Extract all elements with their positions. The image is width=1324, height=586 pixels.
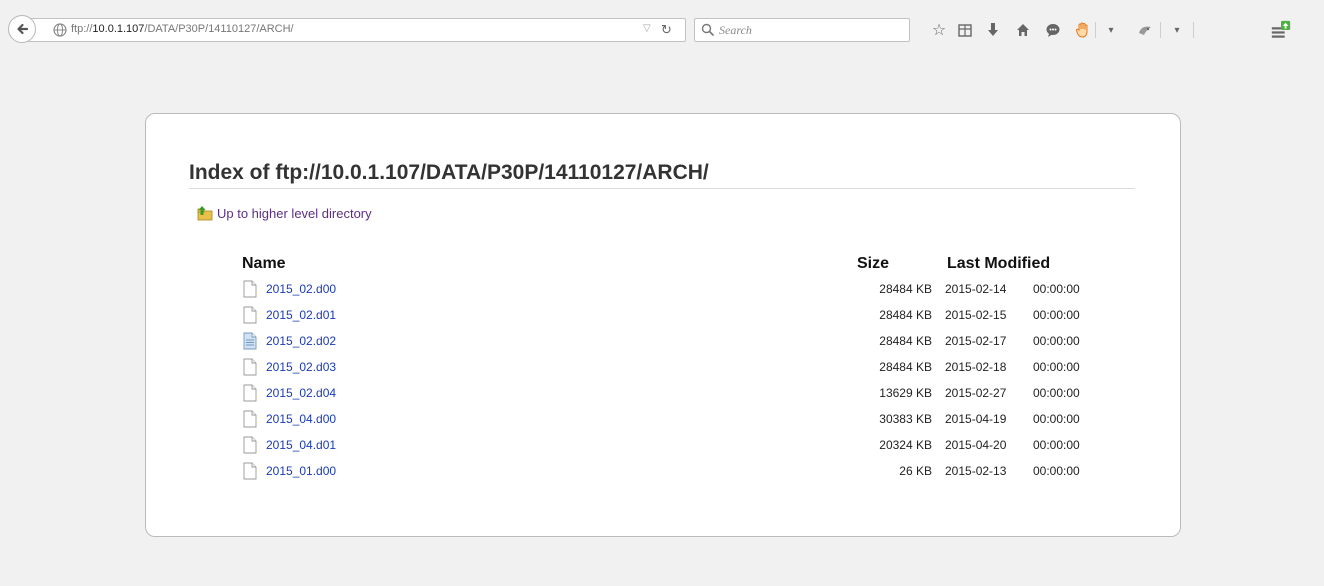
file-time: 00:00:00 bbox=[1033, 464, 1080, 478]
extension-dropdown-icon[interactable]: ▾ bbox=[1166, 19, 1188, 41]
file-row[interactable]: 2015_02.d02 28484 KB 2015-02-17 00:00:00 bbox=[242, 331, 1102, 357]
reload-icon[interactable]: ↻ bbox=[661, 22, 672, 38]
search-bar[interactable]: Search bbox=[694, 18, 910, 42]
file-row[interactable]: 2015_02.d01 28484 KB 2015-02-15 00:00:00 bbox=[242, 305, 1102, 331]
file-icon bbox=[242, 384, 258, 407]
file-icon bbox=[242, 306, 258, 329]
file-icon bbox=[242, 462, 258, 485]
file-row[interactable]: 2015_02.d04 13629 KB 2015-02-27 00:00:00 bbox=[242, 383, 1102, 409]
file-size: 28484 KB bbox=[879, 308, 932, 322]
file-name-link[interactable]: 2015_02.d02 bbox=[266, 334, 336, 348]
file-name-link[interactable]: 2015_02.d01 bbox=[266, 308, 336, 322]
text-file-icon bbox=[242, 332, 258, 355]
file-row[interactable]: 2015_04.d01 20324 KB 2015-04-20 00:00:00 bbox=[242, 435, 1102, 461]
file-date: 2015-02-27 bbox=[945, 386, 1007, 400]
file-date: 2015-02-17 bbox=[945, 334, 1007, 348]
file-time: 00:00:00 bbox=[1033, 308, 1080, 322]
menu-update-icon[interactable] bbox=[1270, 19, 1292, 41]
file-date: 2015-04-20 bbox=[945, 438, 1007, 452]
url-host: 10.0.1.107 bbox=[92, 23, 145, 35]
file-name-link[interactable]: 2015_04.d01 bbox=[266, 438, 336, 452]
directory-listing-card: Index of ftp://10.0.1.107/DATA/P30P/1411… bbox=[145, 113, 1181, 537]
toolbar-separator bbox=[1160, 22, 1161, 38]
toolbar-separator bbox=[1193, 22, 1194, 38]
file-row[interactable]: 2015_04.d00 30383 KB 2015-04-19 00:00:00 bbox=[242, 409, 1102, 435]
file-size: 28484 KB bbox=[879, 334, 932, 348]
file-icon bbox=[242, 358, 258, 381]
file-icon bbox=[242, 410, 258, 433]
file-size: 28484 KB bbox=[879, 282, 932, 296]
history-dropdown-icon[interactable]: ▽ bbox=[643, 23, 651, 34]
column-header-name[interactable]: Name bbox=[242, 255, 286, 273]
file-name-link[interactable]: 2015_04.d00 bbox=[266, 412, 336, 426]
bookmark-star-icon[interactable]: ☆ bbox=[928, 19, 950, 41]
back-button[interactable] bbox=[8, 15, 36, 43]
up-directory-link[interactable]: Up to higher level directory bbox=[197, 205, 372, 221]
file-date: 2015-02-14 bbox=[945, 282, 1007, 296]
file-size: 13629 KB bbox=[879, 386, 932, 400]
search-placeholder: Search bbox=[719, 23, 752, 37]
bookmarks-list-icon[interactable] bbox=[954, 19, 976, 41]
file-name-link[interactable]: 2015_02.d04 bbox=[266, 386, 336, 400]
extension-icon[interactable] bbox=[1134, 19, 1156, 41]
download-icon[interactable] bbox=[982, 19, 1004, 41]
up-link-label: Up to higher level directory bbox=[217, 205, 372, 221]
file-date: 2015-04-19 bbox=[945, 412, 1007, 426]
file-size: 30383 KB bbox=[879, 412, 932, 426]
file-row[interactable]: 2015_02.d03 28484 KB 2015-02-18 00:00:00 bbox=[242, 357, 1102, 383]
url-text[interactable]: ftp://10.0.1.107/DATA/P30P/14110127/ARCH… bbox=[71, 23, 294, 35]
chat-icon[interactable] bbox=[1042, 19, 1064, 41]
file-date: 2015-02-13 bbox=[945, 464, 1007, 478]
url-scheme: ftp:// bbox=[71, 23, 93, 35]
file-time: 00:00:00 bbox=[1033, 386, 1080, 400]
page-title: Index of ftp://10.0.1.107/DATA/P30P/1411… bbox=[189, 161, 1135, 189]
browser-toolbar: ftp://10.0.1.107/DATA/P30P/14110127/ARCH… bbox=[0, 0, 1324, 60]
hand-icon[interactable] bbox=[1072, 19, 1094, 41]
column-header-last-modified[interactable]: Last Modified bbox=[947, 255, 1050, 273]
back-arrow-icon bbox=[17, 23, 29, 35]
home-icon[interactable] bbox=[1012, 19, 1034, 41]
up-folder-icon bbox=[197, 206, 213, 221]
url-path: /DATA/P30P/14110127/ARCH/ bbox=[144, 23, 294, 35]
file-icon bbox=[242, 280, 258, 303]
column-header-size[interactable]: Size bbox=[857, 255, 889, 273]
file-icon bbox=[242, 436, 258, 459]
file-row[interactable]: 2015_01.d00 26 KB 2015-02-13 00:00:00 bbox=[242, 461, 1102, 487]
url-bar[interactable]: ftp://10.0.1.107/DATA/P30P/14110127/ARCH… bbox=[22, 18, 686, 42]
file-name-link[interactable]: 2015_02.d00 bbox=[266, 282, 336, 296]
file-size: 28484 KB bbox=[879, 360, 932, 374]
file-name-link[interactable]: 2015_02.d03 bbox=[266, 360, 336, 374]
file-row[interactable]: 2015_02.d00 28484 KB 2015-02-14 00:00:00 bbox=[242, 279, 1102, 305]
file-date: 2015-02-18 bbox=[945, 360, 1007, 374]
file-time: 00:00:00 bbox=[1033, 334, 1080, 348]
file-time: 00:00:00 bbox=[1033, 438, 1080, 452]
file-date: 2015-02-15 bbox=[945, 308, 1007, 322]
file-time: 00:00:00 bbox=[1033, 360, 1080, 374]
toolbar-separator bbox=[1095, 22, 1096, 38]
globe-icon bbox=[53, 23, 67, 37]
file-name-link[interactable]: 2015_01.d00 bbox=[266, 464, 336, 478]
file-size: 20324 KB bbox=[879, 438, 932, 452]
search-icon bbox=[701, 23, 715, 37]
file-time: 00:00:00 bbox=[1033, 282, 1080, 296]
hand-dropdown-icon[interactable]: ▾ bbox=[1100, 19, 1122, 41]
file-time: 00:00:00 bbox=[1033, 412, 1080, 426]
file-size: 26 KB bbox=[899, 464, 932, 478]
